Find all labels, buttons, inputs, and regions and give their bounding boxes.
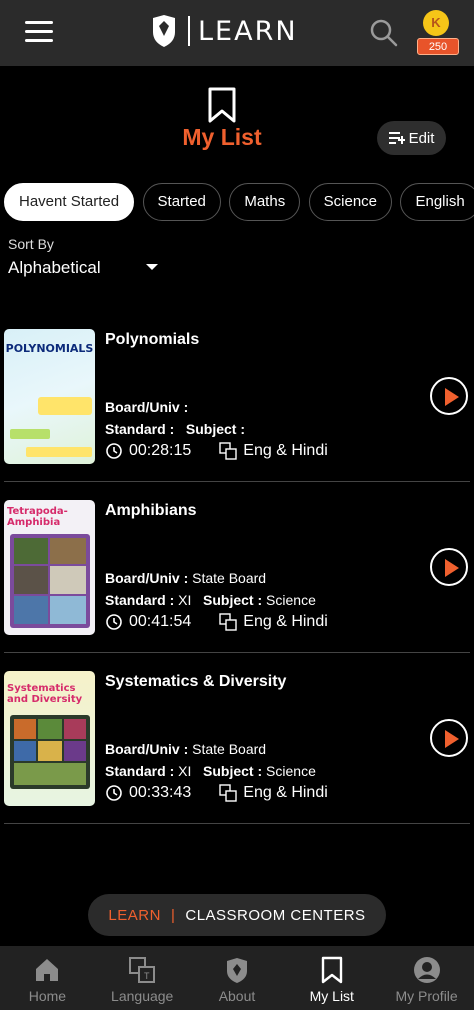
learn-label: LEARN xyxy=(108,906,161,924)
nav-language[interactable]: T Language xyxy=(95,946,190,1010)
nav-about-label: About xyxy=(218,988,256,1004)
sort-label: Sort By xyxy=(8,236,54,252)
video-thumbnail[interactable]: Systematics and Diversity xyxy=(4,671,95,806)
item-title[interactable]: Amphibians xyxy=(105,502,197,520)
chip-havent-started[interactable]: Havent Started xyxy=(4,183,135,221)
subject-label: Subject : xyxy=(203,763,263,779)
subject-value: Science xyxy=(266,763,316,779)
nav-my-profile-label: My Profile xyxy=(395,988,458,1004)
timer-icon xyxy=(106,614,122,630)
nav-my-list-label: My List xyxy=(309,988,354,1004)
duration: 00:33:43 xyxy=(129,784,192,801)
timer-icon xyxy=(106,785,122,801)
nav-language-label: Language xyxy=(111,988,174,1004)
nav-home-label: Home xyxy=(28,988,67,1004)
list-item[interactable]: Tetrapoda-Amphibia Amphibians Board/Univ… xyxy=(0,500,474,671)
subject-label: Subject : xyxy=(185,421,246,437)
language: Eng & Hindi xyxy=(243,784,328,801)
learn-classroom-centers-button[interactable]: LEARN | CLASSROOM CENTERS xyxy=(88,894,386,936)
app-header: LEARN K 250 xyxy=(0,0,474,66)
translate-icon xyxy=(219,613,237,631)
search-icon[interactable] xyxy=(369,18,399,48)
standard-row: Standard : Subject : xyxy=(105,421,245,437)
thumbnail-title: Tetrapoda-Amphibia xyxy=(7,506,68,528)
bottom-navigation: Home T Language About My List My Profile xyxy=(0,946,474,1010)
nav-about[interactable]: About xyxy=(190,946,285,1010)
bookmark-icon xyxy=(321,956,342,984)
duration-language-row: 00:41:54 Eng & Hindi xyxy=(105,613,328,631)
chip-started[interactable]: Started xyxy=(142,183,221,221)
translate-icon xyxy=(219,784,237,802)
edit-label: Edit xyxy=(408,129,435,147)
bookmark-icon xyxy=(208,87,236,123)
filter-chips: Havent Started Started Maths Science Eng… xyxy=(4,183,474,223)
play-button[interactable] xyxy=(430,377,468,415)
classroom-centers-label: CLASSROOM CENTERS xyxy=(185,906,366,924)
standard-row: Standard : XI Subject : Science xyxy=(105,763,316,779)
translate-icon xyxy=(219,442,237,460)
item-title[interactable]: Polynomials xyxy=(105,331,199,349)
caret-down-icon[interactable] xyxy=(146,264,158,270)
standard-label: Standard : xyxy=(105,763,175,779)
chip-science[interactable]: Science xyxy=(308,183,393,221)
language: Eng & Hindi xyxy=(243,442,328,459)
duration-language-row: 00:33:43 Eng & Hindi xyxy=(105,784,328,802)
home-icon xyxy=(36,959,59,981)
standard-label: Standard : xyxy=(105,421,175,437)
edit-button[interactable]: Edit xyxy=(377,121,446,155)
duration: 00:41:54 xyxy=(129,613,192,630)
board-row: Board/Univ : xyxy=(105,399,188,415)
video-thumbnail[interactable]: Tetrapoda-Amphibia xyxy=(4,500,95,635)
standard-value: XI xyxy=(178,763,192,779)
play-button[interactable] xyxy=(430,719,468,757)
board-label: Board/Univ : xyxy=(105,741,189,757)
logo-text: LEARN xyxy=(198,15,298,47)
chip-maths[interactable]: Maths xyxy=(229,183,301,221)
item-title[interactable]: Systematics & Diversity xyxy=(105,673,286,691)
nav-my-profile[interactable]: My Profile xyxy=(379,946,474,1010)
standard-row: Standard : XI Subject : Science xyxy=(105,592,316,608)
separator: | xyxy=(170,906,176,924)
duration-language-row: 00:28:15 Eng & Hindi xyxy=(105,442,328,460)
board-label: Board/Univ : xyxy=(105,399,189,415)
video-thumbnail[interactable]: POLYNOMIALS xyxy=(4,329,95,464)
list-item[interactable]: Systematics and Diversity Systematics & … xyxy=(0,671,474,842)
list-item[interactable]: POLYNOMIALS Polynomials Board/Univ : Sta… xyxy=(0,329,474,500)
app-logo: LEARN xyxy=(150,14,298,48)
board-label: Board/Univ : xyxy=(105,570,189,586)
subject-label: Subject : xyxy=(203,592,263,608)
profile-icon xyxy=(413,957,440,983)
edit-list-icon xyxy=(388,132,405,144)
play-button[interactable] xyxy=(430,548,468,586)
svg-text:T: T xyxy=(144,971,150,981)
about-icon xyxy=(226,958,247,983)
standard-value: XI xyxy=(178,592,192,608)
board-row: Board/Univ : State Board xyxy=(105,741,266,757)
timer-icon xyxy=(106,443,122,459)
hamburger-menu-icon[interactable] xyxy=(25,21,53,43)
language: Eng & Hindi xyxy=(243,613,328,630)
board-value: State Board xyxy=(192,741,267,757)
thumbnail-title: Systematics and Diversity xyxy=(7,683,83,705)
duration: 00:28:15 xyxy=(129,442,192,459)
nav-my-list[interactable]: My List xyxy=(284,946,379,1010)
subject-value: Science xyxy=(266,592,316,608)
coin-count-badge[interactable]: 250 xyxy=(417,38,459,55)
sort-dropdown[interactable]: Alphabetical xyxy=(8,258,101,278)
standard-label: Standard : xyxy=(105,592,175,608)
board-value: State Board xyxy=(192,570,267,586)
shield-logo-icon xyxy=(153,15,175,47)
nav-home[interactable]: Home xyxy=(0,946,95,1010)
language-icon: T xyxy=(129,957,156,983)
thumbnail-title: POLYNOMIALS xyxy=(5,342,94,355)
chip-english[interactable]: English xyxy=(400,183,474,221)
coin-icon[interactable]: K xyxy=(423,10,449,36)
board-row: Board/Univ : State Board xyxy=(105,570,266,586)
